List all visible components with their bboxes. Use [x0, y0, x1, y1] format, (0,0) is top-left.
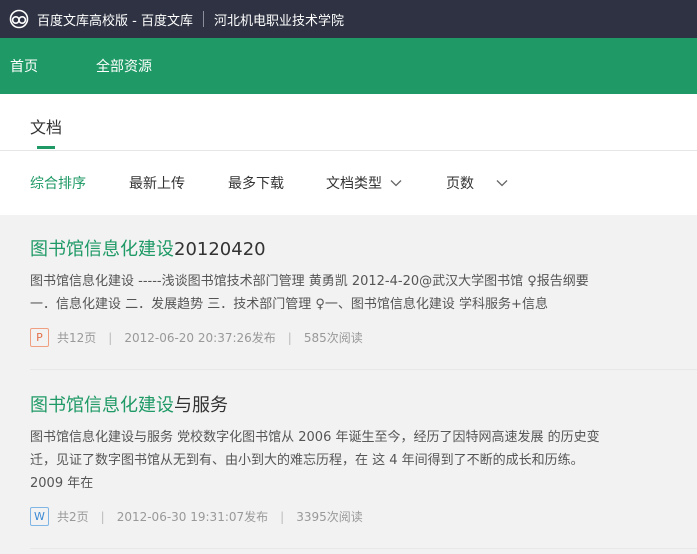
result-snippet: 图书馆信息化建设与服务 党校数字化图书馆从 2006 年诞生至今，经历了因特网高… [30, 426, 650, 495]
read-count: 585次阅读 [303, 331, 363, 345]
result-title-link[interactable]: 图书馆信息化建设与服务 [30, 370, 667, 418]
ppt-file-icon: P [30, 328, 49, 347]
result-divider [30, 548, 697, 549]
school-name: 河北机电职业技术学院 [213, 13, 344, 29]
meta-separator: | [280, 509, 285, 524]
chevron-down-icon [390, 180, 402, 187]
page-count: 共12页 [57, 331, 97, 345]
publish-time: 2012-06-20 20:37:26发布 [124, 331, 276, 345]
meta-separator: | [108, 330, 113, 345]
snippet-line: 一．信息化建设 二．发展趋势 三．技术部门管理 ♀一、图书馆信息化建设 学科服务… [30, 297, 548, 312]
snippet-line: 图书馆信息化建设与服务 党校数字化图书馆从 2006 年诞生至今，经历了因特网高… [30, 430, 600, 445]
sort-comprehensive[interactable]: 综合排序 [30, 173, 86, 193]
snippet-line: 迁，见证了数字图书馆从无到有、由小到大的难忘历程，在 这 4 年间得到了不断的成… [30, 453, 584, 468]
top-bar: 百度文库高校版 - 百度文库 河北机电职业技术学院 [0, 0, 697, 38]
sort-bar: 综合排序 最新上传 最多下载 文档类型 页数 [0, 151, 697, 215]
word-file-icon: W [30, 507, 49, 526]
title-rest: 与服务 [174, 395, 228, 416]
page-count: 共2页 [57, 510, 89, 524]
sort-label: 最多下载 [228, 176, 284, 192]
result-snippet: 图书馆信息化建设 -----浅谈图书馆技术部门管理 黄勇凯 2012-4-20@… [30, 270, 650, 316]
sort-newest[interactable]: 最新上传 [129, 173, 185, 193]
nav-all-resources[interactable]: 全部资源 [96, 56, 152, 76]
result-meta: P 共12页 | 2012-06-20 20:37:26发布 | 585次阅读 [30, 328, 667, 347]
sort-label: 页数 [446, 176, 474, 192]
results-list: 图书馆信息化建设20120420 图书馆信息化建设 -----浅谈图书馆技术部门… [0, 214, 697, 549]
site-title[interactable]: 百度文库高校版 - 百度文库 [37, 10, 193, 29]
meta-separator: | [100, 509, 105, 524]
active-tab-indicator [37, 146, 55, 149]
list-item: 图书馆信息化建设与服务 图书馆信息化建设与服务 党校数字化图书馆从 2006 年… [0, 370, 697, 526]
filter-doc-type[interactable]: 文档类型 [326, 173, 402, 193]
nav-home[interactable]: 首页 [10, 56, 38, 76]
publish-time: 2012-06-30 19:31:07发布 [116, 510, 269, 524]
result-meta: W 共2页 | 2012-06-30 19:31:07发布 | 3395次阅读 [30, 507, 667, 526]
title-rest: 20120420 [174, 239, 266, 260]
chevron-down-icon [496, 180, 508, 187]
sort-label: 文档类型 [326, 176, 382, 192]
title-highlight: 图书馆信息化建设 [30, 395, 174, 416]
snippet-line: 2009 年在 [30, 476, 94, 491]
list-item: 图书馆信息化建设20120420 图书馆信息化建设 -----浅谈图书馆技术部门… [0, 214, 697, 347]
filter-pages[interactable]: 页数 [446, 173, 508, 193]
sort-label: 综合排序 [30, 176, 86, 192]
baidu-wenku-logo-icon[interactable] [9, 9, 29, 29]
snippet-line: 图书馆信息化建设 -----浅谈图书馆技术部门管理 黄勇凯 2012-4-20@… [30, 274, 589, 289]
sort-most-downloaded[interactable]: 最多下载 [228, 173, 284, 193]
read-count: 3395次阅读 [296, 510, 363, 524]
meta-separator: | [287, 330, 292, 345]
title-highlight: 图书馆信息化建设 [30, 239, 174, 260]
content-tabs: 文档 [0, 94, 697, 151]
sort-label: 最新上传 [129, 176, 185, 192]
main-nav: 首页 全部资源 [0, 38, 697, 94]
result-title-link[interactable]: 图书馆信息化建设20120420 [30, 214, 667, 262]
title-divider [202, 11, 204, 27]
tab-documents[interactable]: 文档 [30, 114, 62, 138]
